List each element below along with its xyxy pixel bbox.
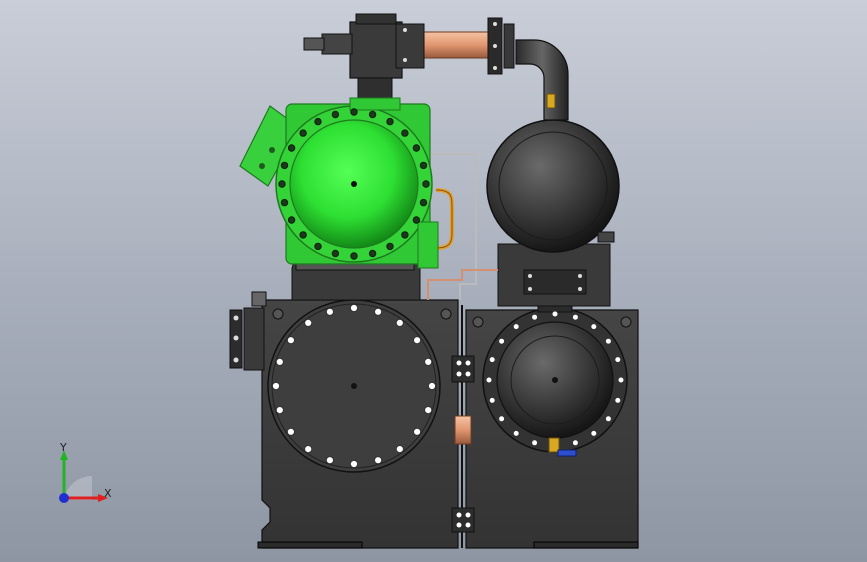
bolt — [304, 445, 313, 454]
upper-vessel-pedestal — [497, 243, 611, 307]
3d-viewport[interactable]: Y X — [0, 0, 867, 562]
bolt — [571, 439, 579, 447]
bolt — [349, 459, 359, 469]
bolt — [275, 357, 284, 366]
z-axis-dot — [59, 493, 69, 503]
pipe-flange — [487, 17, 515, 75]
bolt — [350, 252, 358, 260]
copper-discharge-pipe — [423, 31, 495, 59]
bolt — [604, 337, 612, 345]
bolt — [368, 249, 377, 258]
left-cover-plate[interactable] — [267, 299, 441, 473]
bolt — [571, 313, 579, 321]
bolt — [275, 406, 284, 415]
bolt — [424, 406, 433, 415]
bolt — [590, 323, 598, 331]
bolt — [331, 249, 340, 258]
bolt — [368, 110, 377, 119]
bolt — [299, 231, 307, 239]
bolt — [395, 318, 404, 327]
bolt — [424, 357, 433, 366]
suction-valve-housing[interactable] — [303, 13, 425, 103]
bolt — [395, 445, 404, 454]
bolt — [401, 231, 409, 239]
bolt — [287, 144, 296, 152]
bolt — [422, 180, 430, 188]
bolt — [485, 376, 493, 384]
bolt — [427, 381, 437, 391]
oil-separator-vessel[interactable] — [486, 119, 620, 253]
bolt — [531, 313, 539, 321]
triad-graphic — [59, 450, 108, 503]
bolt — [278, 180, 286, 188]
left-inlet-flange[interactable] — [229, 291, 267, 371]
bolt — [531, 439, 539, 447]
bolt — [512, 323, 520, 331]
bolt — [349, 303, 359, 313]
bolt — [314, 242, 322, 251]
bolt — [325, 307, 334, 316]
bolt — [350, 108, 358, 116]
bolt — [412, 216, 421, 224]
bolt — [304, 318, 313, 327]
y-axis-label: Y — [60, 441, 67, 454]
x-axis-label: X — [104, 487, 112, 500]
bolt — [286, 427, 295, 436]
bolt — [614, 356, 622, 364]
sight-glass — [454, 415, 472, 445]
bolt — [325, 456, 334, 465]
compressor-motor[interactable] — [239, 97, 439, 269]
bolt — [590, 429, 598, 437]
seam-bolt-cluster-bottom — [451, 507, 475, 533]
bolt — [314, 117, 322, 126]
bolt — [604, 415, 612, 423]
chiller-unit-model[interactable] — [0, 0, 867, 562]
bolt — [280, 161, 289, 170]
bolt — [498, 337, 506, 345]
bolt — [299, 129, 307, 137]
bolt — [551, 310, 559, 318]
bolt — [488, 356, 496, 364]
bolt — [614, 396, 622, 404]
bolt — [512, 429, 520, 437]
bolt — [419, 161, 428, 170]
bolt — [271, 381, 281, 391]
bolt — [374, 307, 383, 316]
blue-valve — [557, 449, 577, 457]
bolt — [287, 216, 296, 224]
bolt — [412, 144, 421, 152]
bolt — [386, 242, 394, 251]
discharge-pipe[interactable] — [515, 39, 569, 121]
bolt — [617, 376, 625, 384]
bolt — [374, 456, 383, 465]
bolt — [413, 427, 422, 436]
bolt — [488, 396, 496, 404]
bolt — [386, 117, 394, 126]
bolt — [286, 336, 295, 345]
coordinate-triad: Y X — [44, 440, 124, 520]
seam-bolt-cluster-top — [451, 355, 475, 383]
bolt — [498, 415, 506, 423]
bolt — [331, 110, 340, 119]
bolt — [419, 198, 428, 207]
bolt — [280, 198, 289, 207]
bolt — [401, 129, 409, 137]
bolt — [413, 336, 422, 345]
